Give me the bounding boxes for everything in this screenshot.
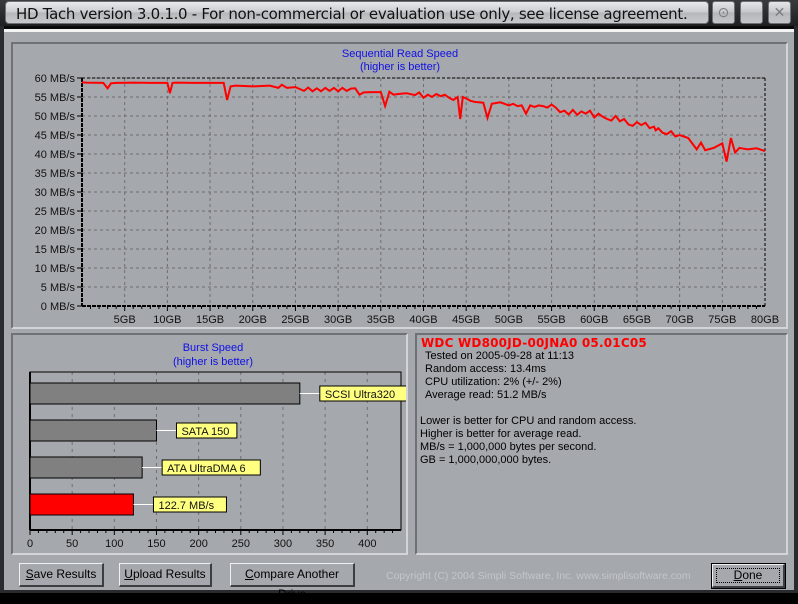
note-lower-better: Lower is better for CPU and random acces… [420, 415, 637, 427]
test-date: Tested on 2005-09-28 at 11:13 [425, 350, 575, 362]
burst-label: SCSI Ultra320 [325, 389, 395, 401]
frame-right [794, 26, 798, 593]
done-button[interactable]: Done [711, 563, 786, 589]
y-tick-label: 5 MB/s [41, 282, 76, 294]
y-tick-label: 40 MB/s [35, 149, 76, 161]
title-bar[interactable]: HD Tach version 3.0.1.0 - For non-commer… [0, 0, 798, 26]
x-tick-label: 200 [189, 538, 207, 550]
copyright-text: Copyright (C) 2004 Simpli Software, Inc.… [386, 570, 691, 582]
note-mbs-definition: MB/s = 1,000,000 bytes per second. [420, 441, 597, 453]
save-mnemonic: S [25, 567, 34, 581]
client-top-edge [4, 29, 794, 32]
burst-bar [29, 419, 157, 442]
y-tick-label: 35 MB/s [35, 168, 76, 180]
average-read: Average read: 51.2 MB/s [425, 389, 547, 401]
x-tick-label: 50GB [495, 314, 523, 326]
drive-name: WDC WD800JD-00JNA0 05.01C05 [421, 336, 647, 350]
x-tick-label: 30GB [324, 314, 352, 326]
x-tick-label: 300 [274, 538, 292, 550]
x-tick-label: 150 [147, 538, 165, 550]
cpu-utilization: CPU utilization: 2% (+/- 2%) [425, 376, 562, 388]
x-tick-label: 250 [232, 538, 250, 550]
burst-label: ATA UltraDMA 6 [167, 463, 245, 475]
burst-label: 122.7 MB/s [158, 500, 214, 512]
frame-left [0, 26, 4, 593]
tray-button[interactable]: ⊙ [712, 1, 735, 24]
burst-label: SATA 150 [181, 426, 229, 438]
x-tick-label: 20GB [239, 314, 267, 326]
burst-speed-panel: Burst Speed (higher is better) SCSI Ultr… [11, 333, 413, 555]
sequential-read-panel: Sequential Read Speed (higher is better)… [11, 42, 788, 329]
y-tick-label: 10 MB/s [35, 263, 76, 275]
y-tick-label: 45 MB/s [35, 130, 76, 142]
upload-results-button[interactable]: Upload Results [119, 563, 212, 587]
save-label: ave Results [33, 567, 97, 581]
compare-label: ompare Another Drive [253, 567, 340, 601]
x-tick-label: 75GB [708, 314, 736, 326]
burst-chart-subtitle: (higher is better) [173, 356, 253, 368]
x-tick-label: 60GB [580, 314, 608, 326]
random-access: Random access: 13.4ms [425, 363, 547, 375]
x-tick-label: 45GB [452, 314, 480, 326]
x-tick-label: 0 [27, 538, 33, 550]
compare-mnemonic: C [244, 567, 254, 581]
burst-chart-title: Burst Speed [183, 342, 244, 354]
drive-info-panel: WDC WD800JD-00JNA0 05.01C05 Tested on 20… [415, 333, 788, 555]
y-tick-label: 25 MB/s [35, 206, 76, 218]
burst-bar [29, 493, 134, 516]
note-gb-definition: GB = 1,000,000,000 bytes. [420, 454, 552, 466]
upload-label: pload Results [132, 567, 206, 581]
y-tick-label: 60 MB/s [35, 73, 76, 85]
x-tick-label: 100 [105, 538, 123, 550]
x-tick-label: 35GB [367, 314, 395, 326]
y-tick-label: 15 MB/s [35, 244, 76, 256]
close-button[interactable]: ✕ [768, 1, 791, 24]
note-higher-better: Higher is better for average read. [420, 428, 582, 440]
burst-bar [29, 456, 143, 479]
window-title: HD Tach version 3.0.1.0 - For non-commer… [16, 5, 688, 23]
close-icon: ✕ [773, 4, 786, 20]
upload-mnemonic: U [124, 567, 133, 581]
y-tick-label: 0 MB/s [41, 301, 76, 313]
maximize-button[interactable] [740, 1, 763, 24]
x-tick-label: 65GB [623, 314, 651, 326]
x-tick-label: 400 [358, 538, 376, 550]
compare-another-drive-button[interactable]: Compare Another Drive [230, 563, 355, 601]
x-tick-label: 40GB [409, 314, 437, 326]
x-tick-label: 55GB [537, 314, 565, 326]
seq-chart-subtitle: (higher is better) [360, 61, 440, 73]
x-tick-label: 350 [316, 538, 334, 550]
x-tick-label: 5GB [114, 314, 136, 326]
burst-bar [29, 382, 301, 405]
x-tick-label: 80GB [751, 314, 779, 326]
x-tick-label: 10GB [153, 314, 181, 326]
focus-ring [716, 568, 780, 583]
y-tick-label: 50 MB/s [35, 111, 76, 123]
hd-tach-window: HD Tach version 3.0.1.0 - For non-commer… [0, 0, 798, 601]
tray-icon: ⊙ [717, 4, 730, 20]
x-tick-label: 25GB [281, 314, 309, 326]
y-tick-label: 55 MB/s [35, 92, 76, 104]
burst-speed-chart: Burst Speed (higher is better) SCSI Ultr… [27, 342, 413, 550]
x-tick-label: 50 [66, 538, 78, 550]
title-pill: HD Tach version 3.0.1.0 - For non-commer… [5, 1, 709, 24]
save-results-button[interactable]: Save Results [19, 563, 104, 587]
y-tick-label: 20 MB/s [35, 225, 76, 237]
x-tick-label: 15GB [196, 314, 224, 326]
y-tick-label: 30 MB/s [35, 187, 76, 199]
x-tick-label: 70GB [666, 314, 694, 326]
seq-chart-title: Sequential Read Speed [342, 48, 458, 60]
sequential-read-chart: Sequential Read Speed (higher is better)… [35, 48, 779, 326]
